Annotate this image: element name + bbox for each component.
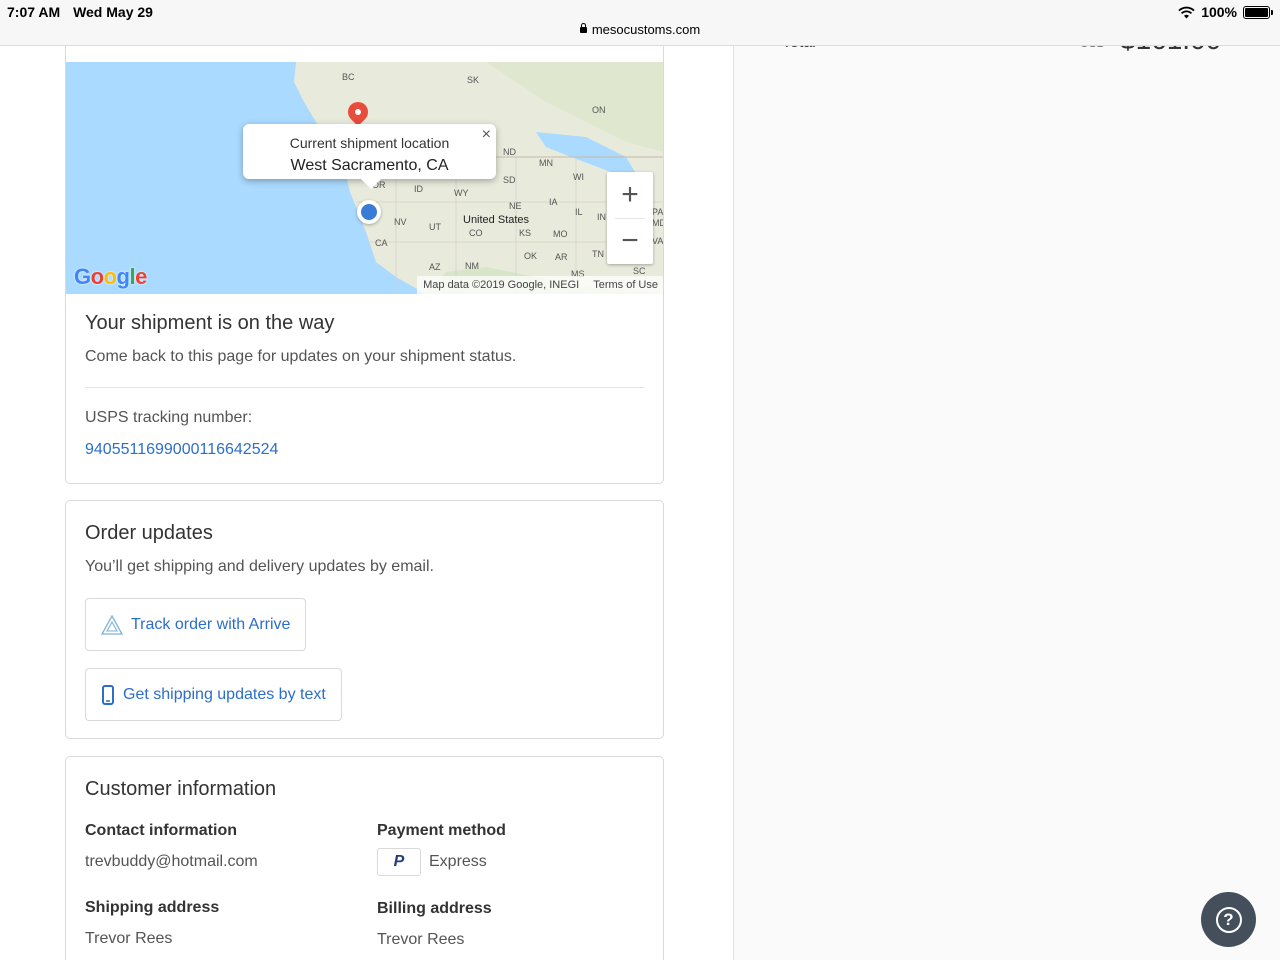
map-state-label: AR <box>555 252 568 262</box>
help-button[interactable]: ? <box>1201 892 1256 947</box>
map-state-label: TN <box>592 249 604 259</box>
question-icon: ? <box>1215 906 1242 933</box>
arrive-icon <box>101 614 123 635</box>
billing-address-heading: Billing address <box>377 900 492 917</box>
paypal-icon: P <box>377 848 421 876</box>
url-text: mesocustoms.com <box>591 22 701 37</box>
map-country-label: United States <box>463 214 530 226</box>
map-terms-link[interactable]: Terms of Use <box>593 279 658 291</box>
contact-info-heading: Contact information <box>85 822 237 839</box>
map-state-label: KS <box>519 228 532 238</box>
map-footer: Map data ©2019 Google, INEGI Terms of Us… <box>417 276 663 294</box>
wifi-icon <box>1178 6 1195 18</box>
shipment-subtitle: Come back to this page for updates on yo… <box>85 348 517 365</box>
shipment-title: Your shipment is on the way <box>85 312 335 334</box>
shipping-name: Trevor Rees <box>85 930 173 947</box>
status-date: Wed May 29 <box>73 4 153 20</box>
map-state-label: UT <box>429 222 441 232</box>
shipping-address-heading: Shipping address <box>85 899 220 916</box>
divider <box>85 387 645 388</box>
info-window-title: Current shipment location <box>289 135 450 151</box>
shipment-map[interactable]: BC SK ON ND MN SD WI OR ID WY NE IA IL N… <box>66 62 664 294</box>
map-state-label: MO <box>553 229 568 239</box>
customer-info-card: Customer information Contact information… <box>65 756 664 960</box>
track-with-arrive-button[interactable]: Track order with Arrive <box>85 598 307 651</box>
shipment-card: BC SK ON ND MN SD WI OR ID WY NE IA IL N… <box>65 40 664 484</box>
map-state-label: NM <box>465 261 479 271</box>
zoom-out-button[interactable]: − <box>607 218 653 264</box>
map-state-label: IA <box>549 197 558 207</box>
text-updates-button[interactable]: Get shipping updates by text <box>85 668 342 721</box>
order-updates-title: Order updates <box>85 522 213 544</box>
map-state-label: SD <box>503 175 516 185</box>
google-logo: Google <box>74 264 147 289</box>
map-state-label: IN <box>597 212 606 222</box>
close-icon[interactable]: × <box>482 126 491 144</box>
order-summary-panel: Total USD $161.00 <box>733 24 1280 960</box>
map-state-label: WI <box>573 172 584 182</box>
map-state-label: ID <box>414 184 423 194</box>
address-bar[interactable]: mesocustoms.com <box>0 22 1280 37</box>
tracking-number-link[interactable]: 9405511699000116642524 <box>85 441 278 459</box>
battery-icon <box>1243 5 1273 19</box>
phone-icon <box>102 684 114 705</box>
current-location-dot-icon[interactable] <box>357 200 381 224</box>
map-state-label: MD <box>652 218 663 228</box>
map-attribution: Map data ©2019 Google, INEGI <box>423 279 580 291</box>
map-state-label: PA <box>652 207 664 217</box>
zoom-divider <box>615 218 645 219</box>
order-updates-subtitle: You’ll get shipping and delivery updates… <box>85 558 434 575</box>
map-state-label: VA <box>652 236 664 246</box>
payment-method-heading: Payment method <box>377 822 506 839</box>
shipment-status: Your shipment is on the way Come back to… <box>85 312 645 459</box>
map-state-label: SC <box>633 266 646 276</box>
map-state-label: CA <box>375 238 388 248</box>
payment-method-value: Express <box>429 853 487 870</box>
map-state-label: AZ <box>429 262 441 272</box>
map-state-label: BC <box>342 72 355 82</box>
info-window-location: West Sacramento, CA <box>290 157 449 174</box>
map-state-label: CO <box>469 228 483 238</box>
map-state-label: MN <box>539 158 553 168</box>
map-state-label: NE <box>509 201 522 211</box>
status-clock: 7:07 AM Wed May 29 <box>7 4 162 20</box>
ios-status-bar: 7:07 AM Wed May 29 100% mesocustoms.com <box>0 0 1280 46</box>
contact-email: trevbuddy@hotmail.com <box>85 853 258 870</box>
customer-info-title: Customer information <box>85 778 277 800</box>
battery-percent: 100% <box>1201 4 1237 20</box>
lock-icon <box>579 23 587 33</box>
map-state-label: ND <box>503 147 516 157</box>
map-zoom-control: + − <box>607 172 653 264</box>
tracking-label: USPS tracking number: <box>85 409 253 426</box>
billing-name: Trevor Rees <box>377 931 465 948</box>
map-state-label: IL <box>575 207 583 217</box>
track-with-arrive-label: Track order with Arrive <box>131 615 291 633</box>
map-state-label: ON <box>592 105 606 115</box>
status-indicators: 100% <box>1178 4 1273 20</box>
map-state-label: SK <box>467 75 480 85</box>
status-time: 7:07 AM <box>7 4 61 20</box>
map-state-label: OK <box>524 251 538 261</box>
map-state-label: WY <box>454 188 469 198</box>
text-updates-label: Get shipping updates by text <box>123 685 326 703</box>
zoom-in-button[interactable]: + <box>607 172 653 218</box>
order-updates-card: Order updates You’ll get shipping and de… <box>65 500 664 739</box>
map-info-window: Current shipment location West Sacrament… <box>243 124 496 189</box>
map-state-label: NV <box>394 217 407 227</box>
